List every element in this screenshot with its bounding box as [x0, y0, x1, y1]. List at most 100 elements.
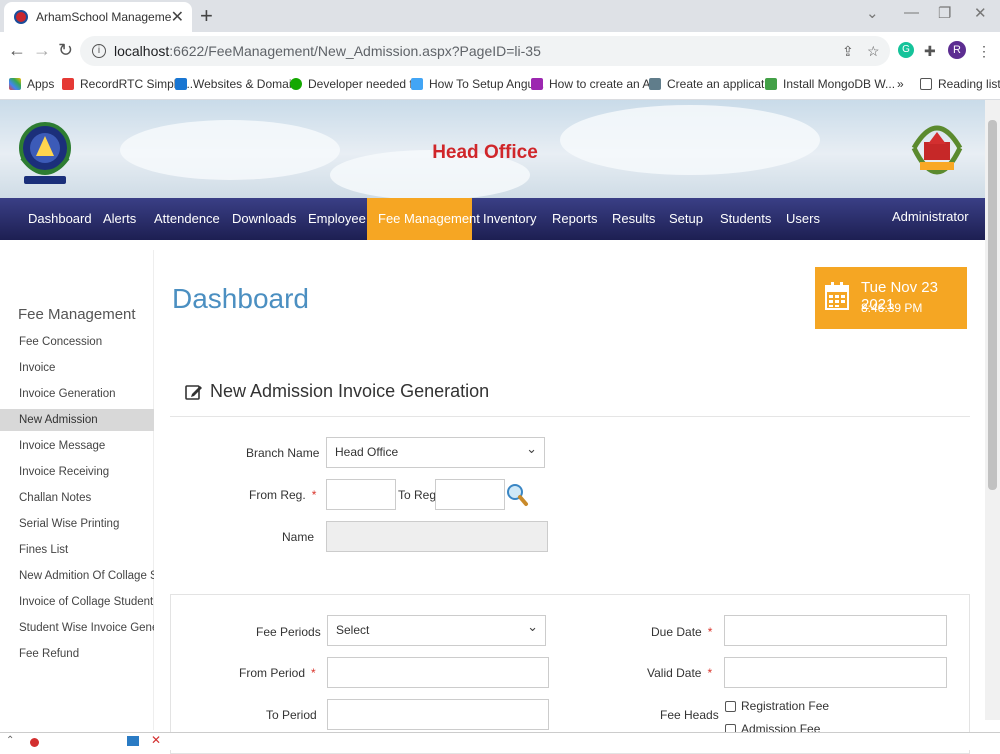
due-date-label: Due Date *: [651, 625, 712, 639]
valid-date-input[interactable]: [724, 657, 947, 688]
close-tab-icon[interactable]: ✕: [171, 7, 184, 27]
browser-tab[interactable]: ArhamSchool Management ✕: [4, 2, 192, 32]
minimize-icon[interactable]: —: [904, 4, 919, 21]
bookmark-label: Create an applicati...: [667, 77, 778, 91]
sidebar-item-new-admission[interactable]: New Admission: [0, 409, 154, 431]
from-reg-input[interactable]: [326, 479, 396, 510]
nav-results[interactable]: Results: [601, 198, 666, 240]
reading-list[interactable]: Reading list: [920, 77, 1000, 91]
nav-alerts[interactable]: Alerts: [92, 198, 147, 240]
to-period-label: To Period: [266, 708, 317, 722]
valid-date-label-text: Valid Date: [647, 666, 702, 680]
tab-search-icon[interactable]: ⌄: [866, 4, 879, 22]
arrow-icon[interactable]: ⌃: [6, 735, 14, 746]
nav-setup[interactable]: Setup: [658, 198, 714, 240]
section-title: New Admission Invoice Generation: [185, 381, 489, 402]
from-period-input[interactable]: [327, 657, 549, 688]
due-date-label-text: Due Date: [651, 625, 702, 639]
grammarly-icon[interactable]: G: [898, 42, 914, 58]
edit-icon: [185, 384, 202, 400]
user-menu[interactable]: Administrator: [892, 209, 969, 224]
reading-list-icon: [920, 78, 932, 90]
section-divider: [170, 416, 970, 417]
branch-name-select[interactable]: Head Office: [326, 434, 545, 468]
sidebar-item-serial-wise-printing[interactable]: Serial Wise Printing: [0, 513, 154, 535]
nav-dashboard[interactable]: Dashboard: [17, 198, 103, 240]
main-nav: Dashboard Alerts Attendence Downloads Em…: [0, 198, 985, 240]
bookmark-item[interactable]: RecordRTC Simple...: [62, 77, 193, 91]
bookmark-item[interactable]: Websites & Domai...: [175, 77, 301, 91]
sidebar-item-invoice-receiving[interactable]: Invoice Receiving: [0, 461, 154, 483]
close-window-icon[interactable]: ✕: [974, 4, 987, 22]
nav-reports[interactable]: Reports: [541, 198, 609, 240]
sidebar-item-student-wise-invoice[interactable]: Student Wise Invoice Genera...: [0, 617, 154, 639]
sidebar-item-fines-list[interactable]: Fines List: [0, 539, 154, 561]
bookmark-item[interactable]: How to create an A...: [531, 77, 660, 91]
menu-icon[interactable]: ⋮: [977, 43, 991, 60]
share-icon[interactable]: ⇪: [842, 43, 854, 60]
search-icon[interactable]: [505, 482, 529, 508]
branch-name-label: Branch Name: [246, 446, 320, 460]
bookmark-star-icon[interactable]: ☆: [867, 43, 880, 60]
sidebar-item-invoice[interactable]: Invoice: [0, 357, 154, 379]
from-period-label-text: From Period: [239, 666, 306, 680]
sidebar-item-invoice-collage-student[interactable]: Invoice of Collage Student: [0, 591, 154, 613]
due-date-input[interactable]: [724, 615, 947, 646]
apps-grid-icon: [9, 78, 21, 90]
nav-inventory[interactable]: Inventory: [472, 198, 547, 240]
record-icon[interactable]: [30, 738, 39, 747]
name-input: [326, 521, 548, 552]
camera-icon[interactable]: [127, 736, 139, 746]
forward-icon[interactable]: →: [33, 40, 51, 61]
bookmark-item[interactable]: Create an applicati...: [649, 77, 777, 91]
bookmark-label: Install MongoDB W...: [783, 77, 896, 91]
bookmark-apps[interactable]: Apps: [9, 77, 54, 91]
site-info-icon[interactable]: i: [92, 44, 106, 58]
fee-heads-label: Fee Heads: [660, 708, 719, 722]
fee-periods-select[interactable]: Select: [327, 612, 546, 646]
new-tab-icon[interactable]: +: [200, 3, 213, 29]
school-logo-right: [911, 125, 963, 175]
reload-icon[interactable]: ↻: [58, 40, 73, 61]
registration-fee-checkbox[interactable]: [725, 701, 736, 712]
required-mark: *: [311, 666, 316, 680]
nav-attendence[interactable]: Attendence: [143, 198, 231, 240]
nav-employee[interactable]: Employee: [297, 198, 377, 240]
browser-tab-bar: ArhamSchool Management ✕ + ⌄ — ❐ ✕: [0, 0, 1000, 32]
more-bookmarks[interactable]: »: [897, 77, 904, 91]
sidebar-item-invoice-message[interactable]: Invoice Message: [0, 435, 154, 457]
sidebar-item-fee-concession[interactable]: Fee Concession: [0, 331, 154, 353]
extensions-icon[interactable]: ✚: [924, 43, 936, 60]
nav-users[interactable]: Users: [775, 198, 831, 240]
profile-avatar[interactable]: R: [948, 41, 966, 59]
sidebar-item-new-admition-collage[interactable]: New Admition Of Collage Stu...: [0, 565, 154, 587]
nav-downloads[interactable]: Downloads: [221, 198, 307, 240]
required-mark: *: [707, 666, 713, 680]
bookmark-label: How To Setup Angu...: [429, 77, 545, 91]
bookmark-item[interactable]: Developer needed f...: [290, 77, 423, 91]
bookmark-item[interactable]: Install MongoDB W...: [765, 77, 895, 91]
nav-students[interactable]: Students: [709, 198, 782, 240]
address-bar[interactable]: i localhost:6622/FeeManagement/New_Admis…: [80, 36, 890, 66]
to-period-input[interactable]: [327, 699, 549, 730]
bookmark-item[interactable]: How To Setup Angu...: [411, 77, 544, 91]
sidebar: Fee Management Fee Concession Invoice In…: [0, 250, 154, 730]
sidebar-item-challan-notes[interactable]: Challan Notes: [0, 487, 154, 509]
nav-fee-management[interactable]: Fee Management: [367, 198, 480, 240]
mongodb-icon: [765, 78, 777, 90]
calendar-icon: [825, 282, 849, 310]
sidebar-item-invoice-generation[interactable]: Invoice Generation: [0, 383, 154, 405]
current-time: 8:46:39 PM: [861, 301, 923, 315]
close-icon[interactable]: ✕: [151, 733, 161, 747]
restore-icon[interactable]: ❐: [938, 4, 951, 22]
recorder-status-bar: ⌃ ✕: [0, 732, 1000, 750]
gear-icon: [649, 78, 661, 90]
sidebar-title: Fee Management: [18, 306, 136, 323]
valid-date-label: Valid Date *: [647, 666, 712, 680]
to-reg-input[interactable]: [435, 479, 505, 510]
back-icon[interactable]: ←: [8, 40, 26, 61]
page-title: Dashboard: [172, 283, 309, 314]
sidebar-item-fee-refund[interactable]: Fee Refund: [0, 643, 154, 665]
cloud-decoration: [120, 120, 340, 180]
scrollbar-thumb[interactable]: [988, 120, 997, 490]
